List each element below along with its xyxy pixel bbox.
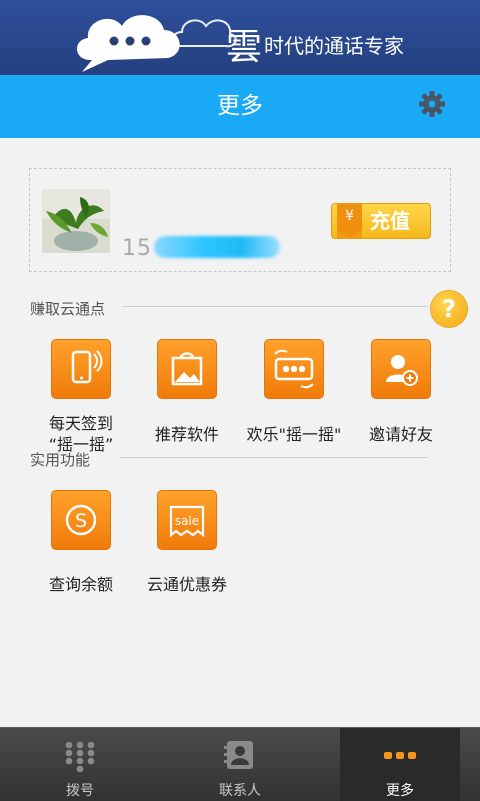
app-banner: 雲时代的通话专家 bbox=[0, 0, 480, 75]
nav-label-more: 更多 bbox=[386, 783, 414, 799]
chat-cloud-icon bbox=[77, 15, 180, 72]
section-divider bbox=[120, 457, 428, 458]
currency-symbol: ¥ bbox=[345, 208, 354, 224]
coupon-button[interactable]: sale bbox=[157, 490, 217, 550]
phone-shake-icon bbox=[71, 350, 103, 384]
phone-number: 15 bbox=[122, 236, 152, 261]
check-balance-label: 查询余额 bbox=[48, 575, 113, 594]
yuan-tag-icon: ¥ bbox=[337, 204, 362, 238]
shopping-bag-icon bbox=[171, 352, 203, 386]
sale-tag-icon: sale bbox=[169, 505, 205, 538]
brand-character: 雲 bbox=[226, 27, 263, 68]
coupon-label: 云通优惠券 bbox=[146, 575, 227, 594]
nav-item-dial[interactable]: 拨号 bbox=[20, 728, 140, 801]
happy-shake-label: 欢乐"摇一摇" bbox=[246, 425, 342, 444]
contacts-icon bbox=[224, 741, 253, 769]
banner-slogan: 雲时代的通话专家 bbox=[226, 18, 404, 70]
settings-gear-icon[interactable] bbox=[418, 90, 446, 118]
dialpad-icon bbox=[65, 741, 95, 772]
nav-item-more[interactable]: 更多 bbox=[340, 728, 460, 801]
recommend-software-button[interactable] bbox=[157, 339, 217, 399]
user-avatar[interactable] bbox=[42, 189, 110, 253]
phone-number-redaction bbox=[154, 236, 280, 258]
title-bar: 更多 bbox=[0, 75, 480, 138]
recharge-button[interactable]: ¥ 充值 bbox=[331, 203, 431, 239]
daily-checkin-button[interactable] bbox=[51, 339, 111, 399]
happy-shake-button[interactable] bbox=[264, 339, 324, 399]
recharge-label: 充值 bbox=[370, 209, 410, 233]
invite-user-icon bbox=[386, 355, 418, 386]
invite-friends-button[interactable] bbox=[371, 339, 431, 399]
dollar-coin-icon: S bbox=[65, 504, 97, 536]
nav-label-contacts: 联系人 bbox=[219, 783, 261, 799]
slogan-text: 时代的通话专家 bbox=[264, 33, 405, 58]
section-title-earn: 赚取云通点 bbox=[30, 300, 106, 318]
nav-label-dial: 拨号 bbox=[66, 783, 94, 799]
slot-machine-icon bbox=[274, 349, 314, 389]
nav-item-contacts[interactable]: 联系人 bbox=[180, 728, 300, 801]
bottom-navigation: 拨号 联系人 更多 bbox=[0, 727, 480, 801]
invite-friends-label: 邀请好友 bbox=[368, 425, 433, 444]
sale-text: sale bbox=[175, 514, 199, 528]
help-icon[interactable]: ? bbox=[431, 291, 467, 327]
dollar-symbol: S bbox=[75, 510, 87, 532]
recommend-software-label: 推荐软件 bbox=[154, 425, 219, 444]
section-title-tools: 实用功能 bbox=[30, 451, 91, 469]
check-balance-button[interactable]: S bbox=[51, 490, 111, 550]
section-divider bbox=[122, 306, 428, 307]
more-icon bbox=[384, 752, 416, 759]
page-title: 更多 bbox=[217, 93, 263, 119]
